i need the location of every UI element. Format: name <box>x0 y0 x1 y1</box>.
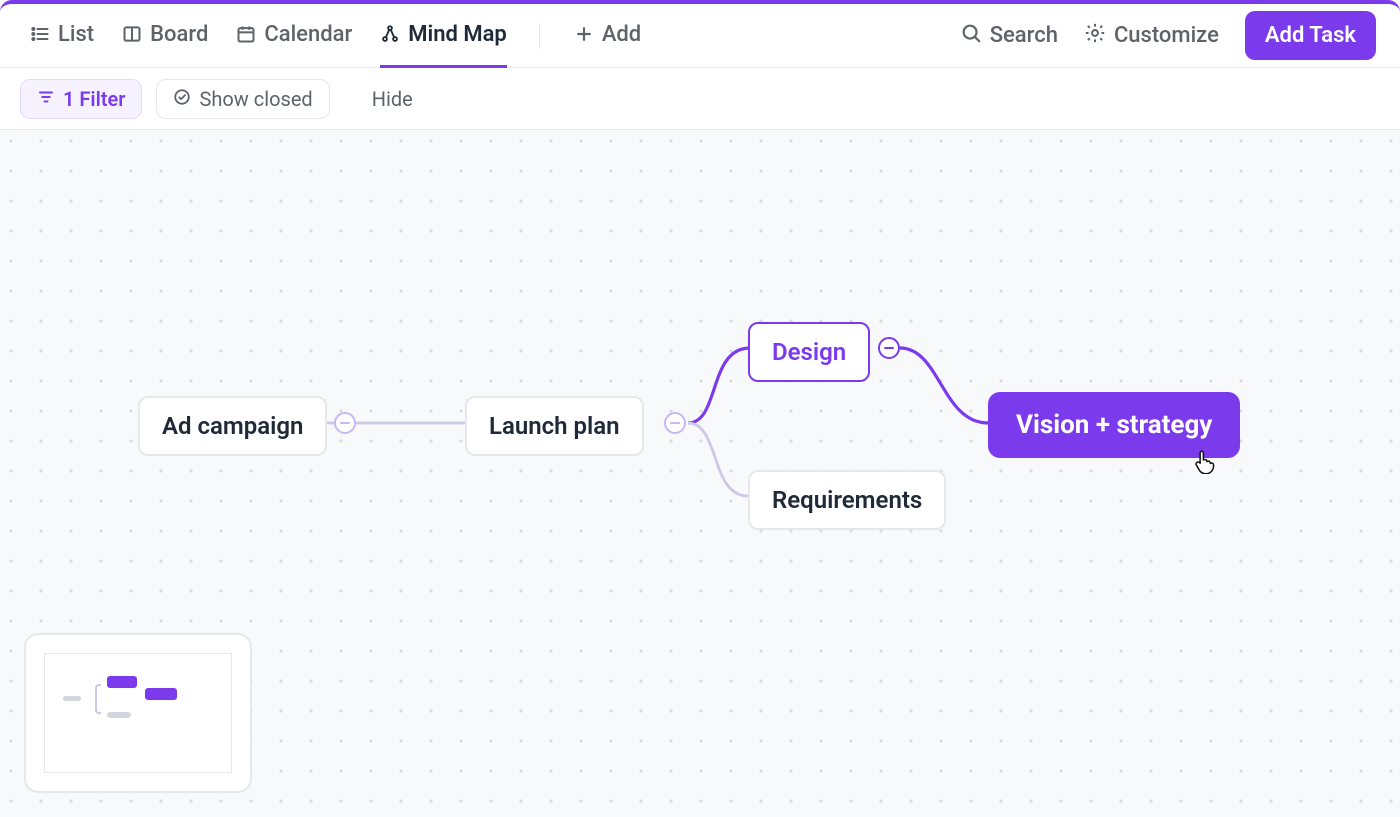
node-label: Vision + strategy <box>1016 410 1212 440</box>
node-label: Requirements <box>772 486 922 514</box>
node-design[interactable]: Design <box>748 322 870 382</box>
tool-label: Customize <box>1114 23 1219 48</box>
node-label: Launch plan <box>489 412 620 440</box>
collapse-toggle[interactable] <box>334 412 356 434</box>
chip-label: 1 Filter <box>63 87 125 111</box>
chip-label: Show closed <box>199 87 312 111</box>
view-tab-label: Calendar <box>264 22 352 47</box>
view-tab-label: Mind Map <box>408 22 507 47</box>
list-icon <box>30 24 50 44</box>
board-icon <box>122 24 142 44</box>
view-tab-label: Add <box>602 22 641 47</box>
separator <box>539 23 540 49</box>
show-closed-chip[interactable]: Show closed <box>156 79 329 119</box>
view-tab-list[interactable]: List <box>30 4 94 68</box>
minimap-viewport <box>44 653 232 773</box>
collapse-toggle[interactable] <box>878 337 900 359</box>
node-label: Design <box>772 338 846 366</box>
node-requirements[interactable]: Requirements <box>748 470 946 530</box>
minimap[interactable] <box>24 633 252 793</box>
node-label: Ad campaign <box>162 412 303 440</box>
search-icon <box>960 22 982 50</box>
search-button[interactable]: Search <box>960 22 1058 50</box>
tool-label: Search <box>990 23 1058 48</box>
view-tab-label: List <box>58 22 94 47</box>
customize-button[interactable]: Customize <box>1084 22 1219 50</box>
view-tab-board[interactable]: Board <box>122 4 208 68</box>
button-label: Add Task <box>1265 23 1356 48</box>
node-vision-strategy[interactable]: Vision + strategy <box>988 392 1240 458</box>
filter-icon <box>37 87 55 111</box>
node-launch-plan[interactable]: Launch plan <box>465 396 644 456</box>
view-tab-calendar[interactable]: Calendar <box>236 4 352 68</box>
view-tabs-bar: List Board Calendar Mind Map Add <box>0 4 1400 68</box>
collapse-toggle[interactable] <box>664 412 686 434</box>
mindmap-canvas[interactable]: Ad campaign Launch plan Design Requireme… <box>0 130 1400 817</box>
view-tab-label: Board <box>150 22 208 47</box>
view-tab-mindmap[interactable]: Mind Map <box>380 4 507 68</box>
check-circle-icon <box>173 87 191 111</box>
view-tab-add[interactable]: Add <box>574 4 641 68</box>
mindmap-icon <box>380 24 400 44</box>
add-task-button[interactable]: Add Task <box>1245 11 1376 60</box>
node-ad-campaign[interactable]: Ad campaign <box>138 396 327 456</box>
filter-chip[interactable]: 1 Filter <box>20 79 142 119</box>
calendar-icon <box>236 24 256 44</box>
plus-icon <box>574 24 594 44</box>
filter-bar: 1 Filter Show closed Hide <box>0 68 1400 130</box>
gear-icon <box>1084 22 1106 50</box>
hide-button[interactable]: Hide <box>372 87 413 111</box>
